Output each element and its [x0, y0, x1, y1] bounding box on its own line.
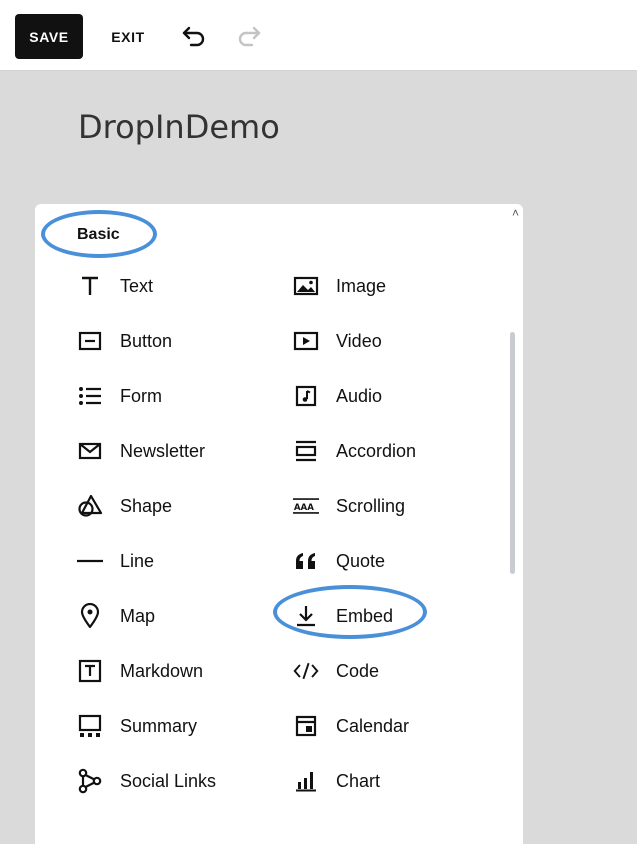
block-label: Social Links — [120, 770, 217, 791]
summary-icon — [77, 713, 103, 739]
redo-icon — [238, 26, 261, 47]
accordion-icon — [293, 438, 319, 464]
markdown-icon — [77, 658, 103, 684]
block-item-scrolling[interactable]: AAA Scrolling — [293, 486, 493, 526]
block-item-calendar[interactable]: Calendar — [293, 706, 493, 746]
audio-icon — [293, 383, 319, 409]
undo-button[interactable] — [178, 20, 210, 52]
block-label: Line — [120, 550, 155, 571]
block-label: Audio — [336, 385, 383, 406]
block-item-map[interactable]: Map — [77, 596, 277, 636]
block-item-chart[interactable]: Chart — [293, 761, 493, 801]
block-label: Text — [120, 275, 154, 296]
block-label: Embed — [336, 605, 394, 626]
line-icon — [77, 548, 103, 574]
block-label: Markdown — [120, 660, 204, 681]
form-icon — [77, 383, 103, 409]
add-block-panel: ˄ Basic Text Button Form Newsletter Shap… — [35, 204, 523, 844]
code-icon — [293, 658, 319, 684]
block-item-embed[interactable]: Embed — [293, 596, 493, 636]
block-label: Chart — [336, 770, 381, 791]
embed-icon — [293, 603, 319, 629]
block-item-summary[interactable]: Summary — [77, 706, 277, 746]
block-label: Quote — [336, 550, 386, 571]
section-title-basic[interactable]: Basic — [77, 226, 120, 244]
block-item-social-links[interactable]: Social Links — [77, 761, 277, 801]
video-icon — [293, 328, 319, 354]
block-item-form[interactable]: Form — [77, 376, 277, 416]
block-label: Scrolling — [336, 495, 406, 516]
block-item-newsletter[interactable]: Newsletter — [77, 431, 277, 471]
block-label: Image — [336, 275, 387, 296]
social-links-icon — [77, 768, 103, 794]
block-item-button[interactable]: Button — [77, 321, 277, 361]
top-toolbar: SAVE EXIT — [0, 0, 637, 71]
image-icon — [293, 273, 319, 299]
block-item-accordion[interactable]: Accordion — [293, 431, 493, 471]
collapse-caret-icon[interactable]: ˄ — [512, 206, 519, 220]
block-label: Shape — [120, 495, 173, 516]
calendar-icon — [293, 713, 319, 739]
block-item-markdown[interactable]: Markdown — [77, 651, 277, 691]
block-label: Video — [336, 330, 382, 351]
block-item-video[interactable]: Video — [293, 321, 493, 361]
chart-icon — [293, 768, 319, 794]
block-label: Newsletter — [120, 440, 206, 461]
newsletter-icon — [77, 438, 103, 464]
redo-button[interactable] — [233, 20, 265, 52]
block-item-image[interactable]: Image — [293, 266, 493, 306]
block-item-audio[interactable]: Audio — [293, 376, 493, 416]
quote-icon — [293, 548, 319, 574]
exit-button[interactable]: EXIT — [104, 14, 152, 59]
block-item-line[interactable]: Line — [77, 541, 277, 581]
block-label: Accordion — [336, 440, 417, 461]
button-icon — [77, 328, 103, 354]
block-label: Code — [336, 660, 380, 681]
undo-icon — [182, 26, 205, 47]
map-icon — [77, 603, 103, 629]
block-label: Button — [120, 330, 173, 351]
block-label: Summary — [120, 715, 198, 736]
block-item-quote[interactable]: Quote — [293, 541, 493, 581]
block-item-text[interactable]: Text — [77, 266, 277, 306]
page-title: DropInDemo — [78, 108, 280, 146]
text-icon — [77, 273, 103, 299]
block-label: Map — [120, 605, 156, 626]
scrolling-icon: AAA — [293, 493, 319, 519]
scrollbar[interactable] — [510, 332, 515, 574]
save-button[interactable]: SAVE — [15, 14, 83, 59]
block-label: Calendar — [336, 715, 410, 736]
block-label: Form — [120, 385, 162, 406]
shape-icon — [77, 493, 103, 519]
svg-text:AAA: AAA — [294, 503, 314, 513]
block-item-code[interactable]: Code — [293, 651, 493, 691]
block-item-shape[interactable]: Shape — [77, 486, 277, 526]
